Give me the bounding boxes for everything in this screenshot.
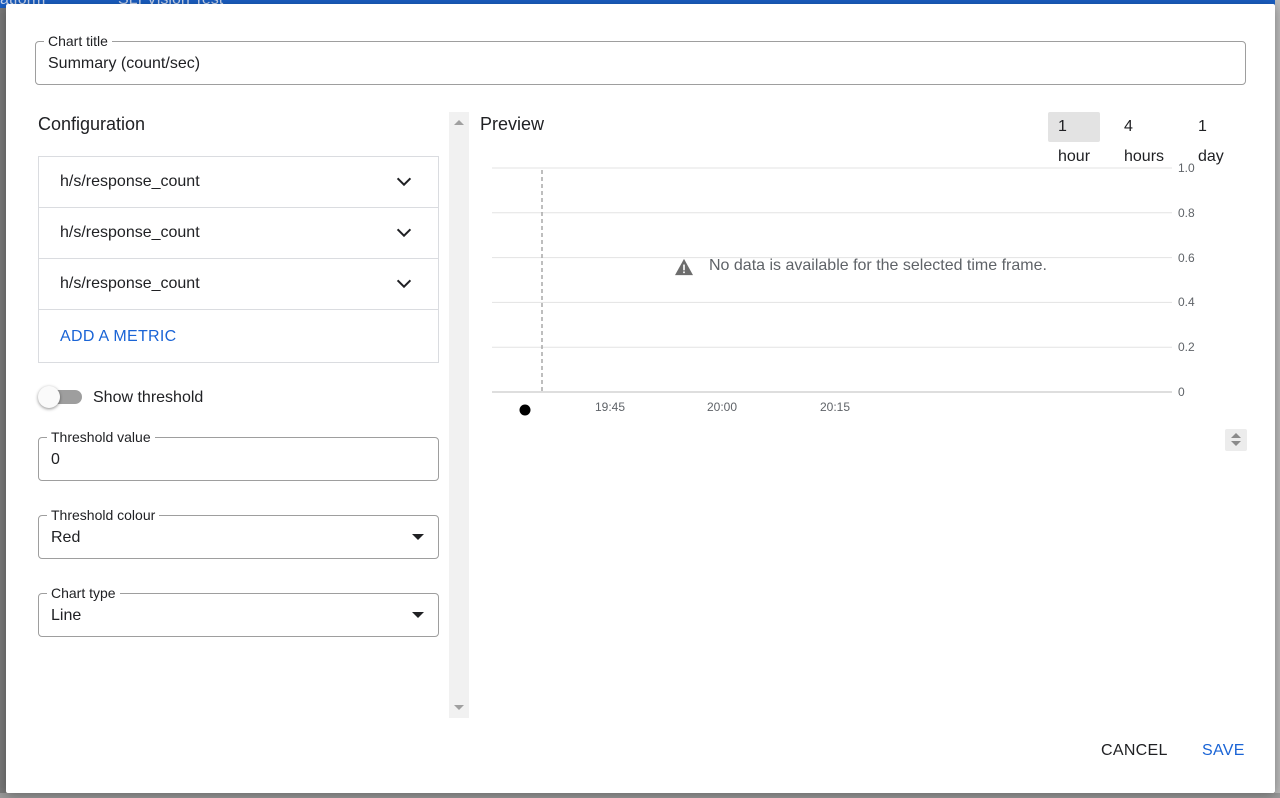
background-right-edge <box>1275 0 1280 798</box>
legend-scroll-stepper[interactable] <box>1225 429 1247 451</box>
y-tick-label: 0.6 <box>1178 250 1195 265</box>
y-tick-label: 0.8 <box>1178 205 1195 220</box>
chart-origin-dot <box>519 404 531 416</box>
warning-icon <box>675 258 693 276</box>
x-tick-label: 19:45 <box>594 400 626 414</box>
background-bottom-edge <box>0 793 1280 798</box>
y-tick-label: 0.2 <box>1178 340 1195 355</box>
no-data-message: No data is available for the selected ti… <box>709 257 1047 274</box>
edit-chart-dialog: Chart title Summary (count/sec) Configur… <box>6 4 1275 793</box>
preview-chart <box>492 167 1172 416</box>
y-tick-label: 0.4 <box>1178 295 1195 310</box>
y-tick-label: 1.0 <box>1178 161 1195 175</box>
save-button[interactable]: SAVE <box>1202 742 1245 760</box>
stepper-down-icon[interactable] <box>1231 441 1241 446</box>
cancel-button[interactable]: CANCEL <box>1101 742 1168 760</box>
stepper-up-icon[interactable] <box>1231 433 1241 438</box>
x-tick-label: 20:15 <box>819 400 851 414</box>
x-tick-label: 20:00 <box>706 400 738 414</box>
y-tick-label: 0 <box>1178 385 1185 399</box>
